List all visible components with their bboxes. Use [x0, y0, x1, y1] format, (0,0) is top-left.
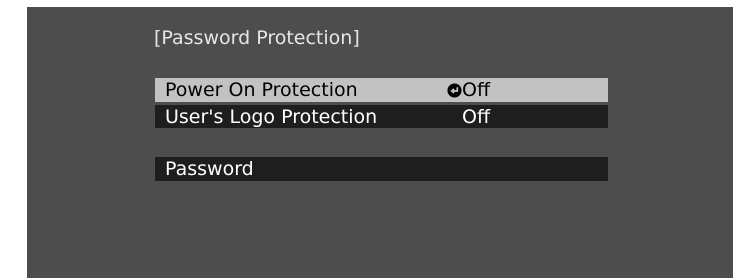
- menu-item-label: User's Logo Protection: [165, 106, 378, 128]
- menu-item-users-logo-protection[interactable]: User's Logo Protection Off: [155, 105, 608, 128]
- menu-item-value: Off: [462, 106, 491, 128]
- menu-item-value: Off: [462, 79, 491, 101]
- menu-item-label: Power On Protection: [165, 79, 358, 101]
- enter-icon: [447, 83, 462, 98]
- menu-item-power-on-protection[interactable]: Power On Protection Off: [155, 78, 608, 102]
- menu-item-label: Password: [165, 158, 254, 180]
- projector-menu-screen: [Password Protection] Power On Protectio…: [27, 7, 733, 278]
- menu-item-password[interactable]: Password: [155, 157, 608, 181]
- menu-title: [Password Protection]: [154, 27, 360, 49]
